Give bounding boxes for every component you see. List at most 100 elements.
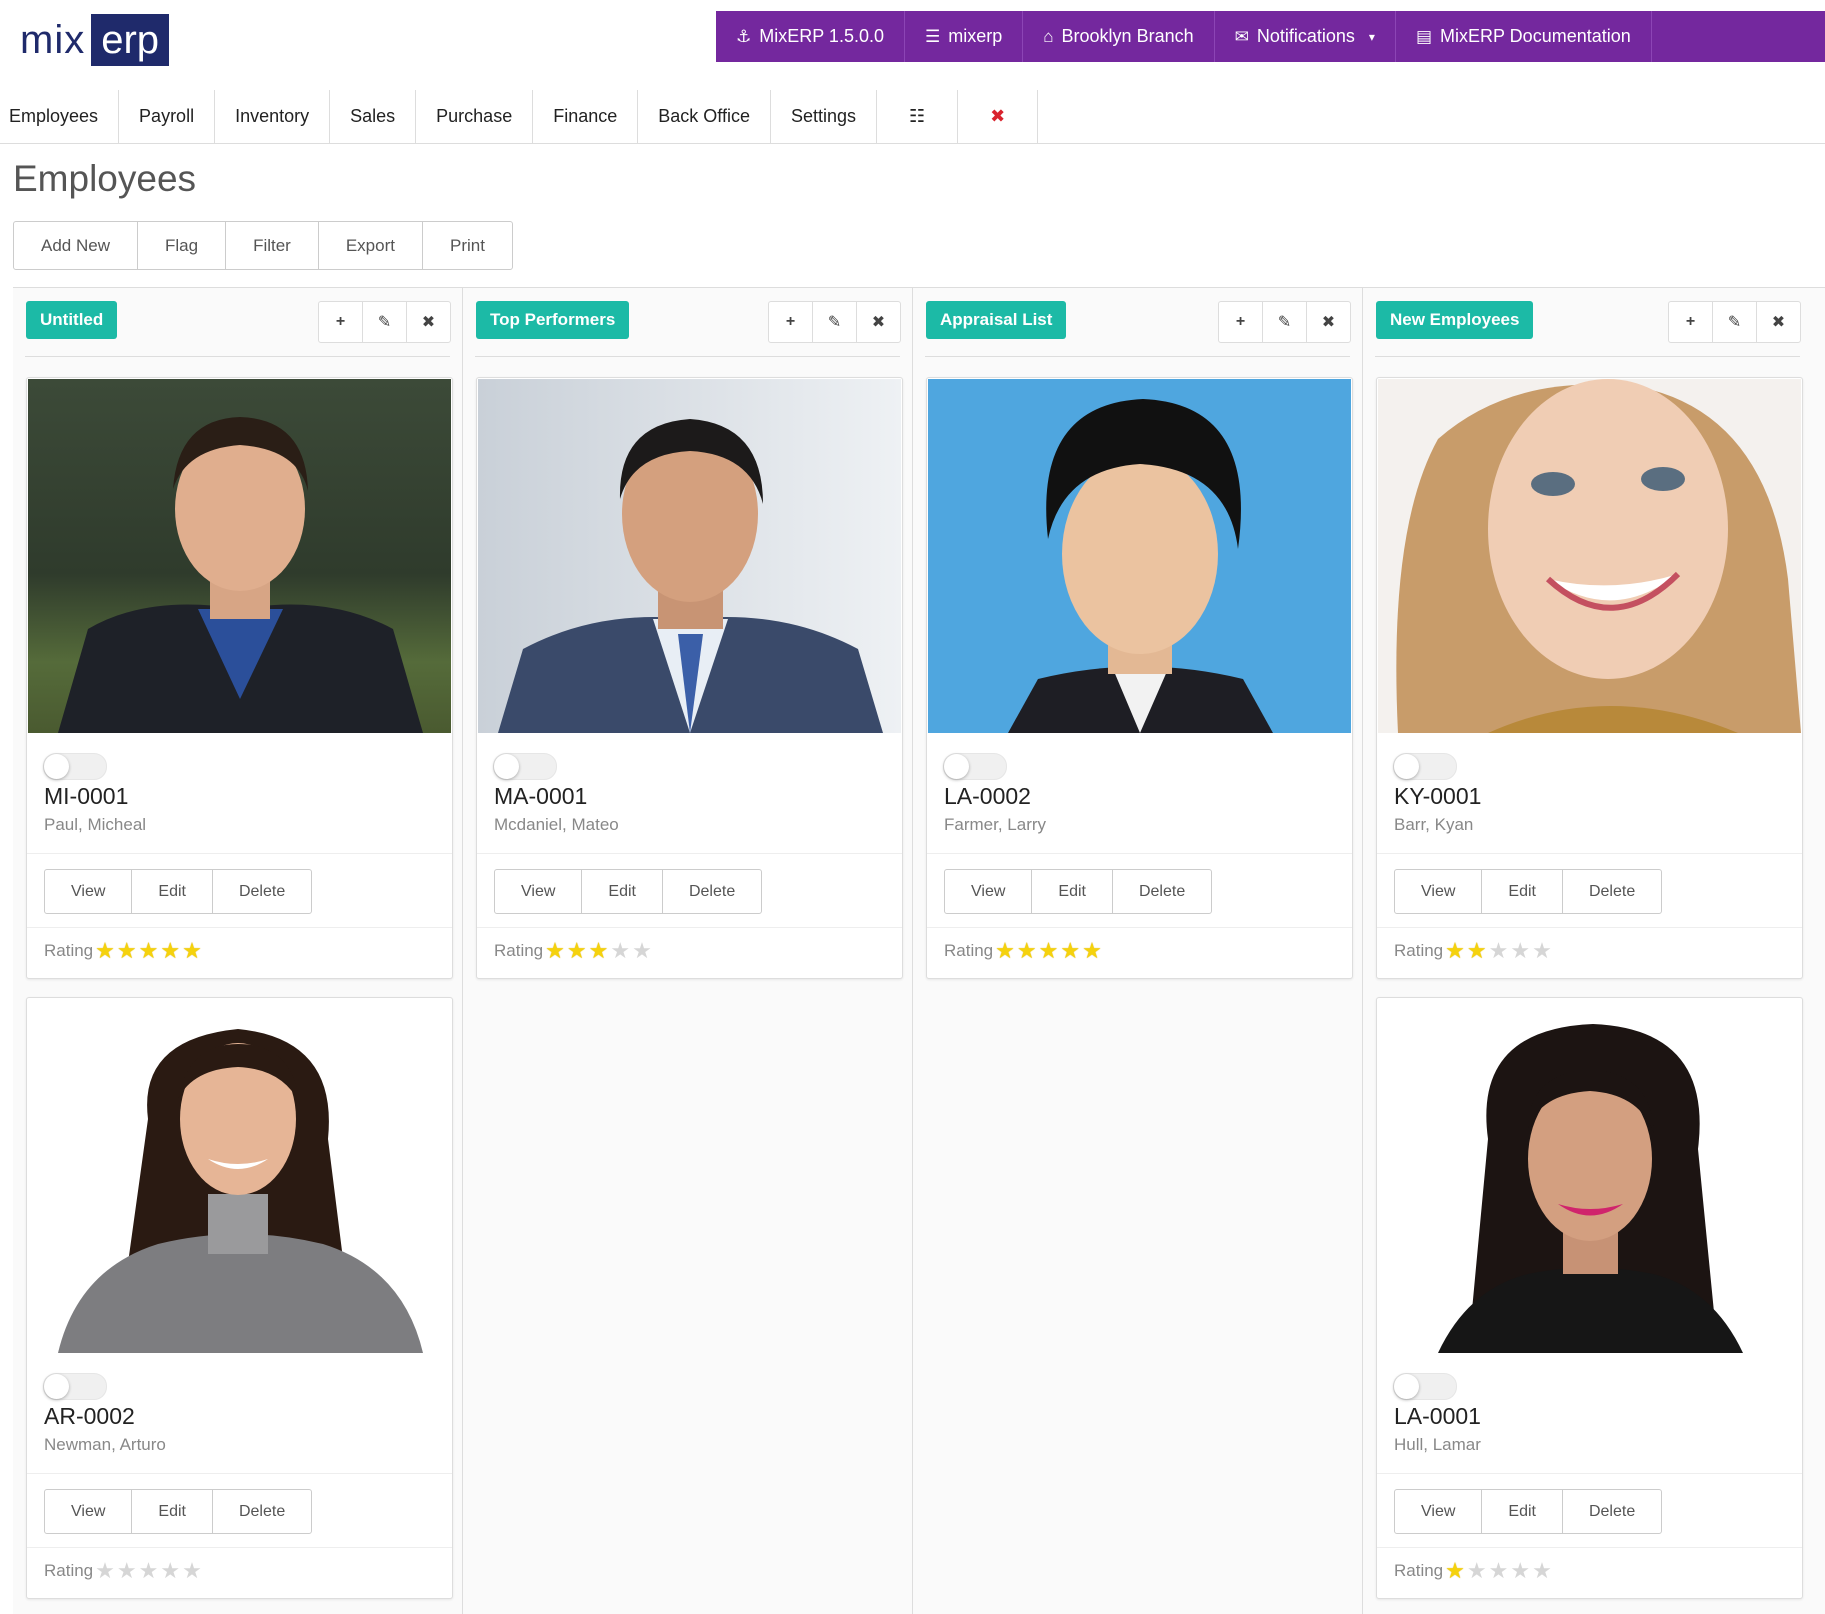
employee-code: AR-0002	[44, 1403, 135, 1429]
star-icon[interactable]: ★	[1445, 940, 1465, 962]
star-icon[interactable]: ★	[610, 940, 630, 962]
view-button[interactable]: View	[495, 870, 583, 913]
select-toggle[interactable]	[1393, 1373, 1457, 1400]
star-icon[interactable]: ★	[1445, 1560, 1465, 1582]
column-add-button[interactable]: +	[1219, 302, 1263, 342]
select-toggle[interactable]	[43, 1373, 107, 1400]
view-button[interactable]: View	[45, 870, 133, 913]
nav-item-settings[interactable]: Settings	[771, 90, 878, 143]
column-title[interactable]: New Employees	[1376, 301, 1534, 339]
star-icon[interactable]: ★	[160, 940, 180, 962]
nav-item-finance[interactable]: Finance	[533, 90, 639, 143]
star-icon[interactable]: ★	[632, 940, 652, 962]
column-remove-button[interactable]: ✖	[1757, 302, 1800, 342]
delete-button[interactable]: Delete	[1563, 1490, 1661, 1533]
star-icon[interactable]: ★	[117, 940, 137, 962]
edit-button[interactable]: Edit	[1482, 1490, 1563, 1533]
star-icon[interactable]: ★	[589, 940, 609, 962]
card-actions: View Edit Delete	[1394, 1489, 1663, 1534]
topbar-documentation[interactable]: ▤ MixERP Documentation	[1396, 11, 1652, 62]
column-edit-button[interactable]: ✎	[1713, 302, 1757, 342]
view-button[interactable]: View	[45, 1490, 133, 1533]
employee-card[interactable]: MI-0001 Paul, Micheal View Edit Delete R…	[26, 377, 453, 979]
delete-button[interactable]: Delete	[663, 870, 761, 913]
star-icon[interactable]: ★	[1039, 940, 1059, 962]
topbar-branch[interactable]: ⌂ Brooklyn Branch	[1023, 11, 1215, 62]
edit-button[interactable]: Edit	[132, 870, 213, 913]
star-icon[interactable]: ★	[95, 1560, 115, 1582]
print-button[interactable]: Print	[423, 222, 512, 269]
star-icon[interactable]: ★	[1510, 1560, 1530, 1582]
select-toggle[interactable]	[1393, 753, 1457, 780]
star-icon[interactable]: ★	[1017, 940, 1037, 962]
column-title[interactable]: Top Performers	[476, 301, 630, 339]
nav-item-sales[interactable]: Sales	[330, 90, 417, 143]
star-icon[interactable]: ★	[995, 940, 1015, 962]
topbar-database[interactable]: ☰ mixerp	[905, 11, 1024, 62]
topbar-version[interactable]: ⚓ MixERP 1.5.0.0	[716, 11, 905, 62]
star-icon[interactable]: ★	[1510, 940, 1530, 962]
add-new-button[interactable]: Add New	[14, 222, 138, 269]
edit-button[interactable]: Edit	[582, 870, 663, 913]
nav-item-back-office[interactable]: Back Office	[638, 90, 771, 143]
star-icon[interactable]: ★	[182, 940, 202, 962]
employee-card[interactable]: AR-0002 Newman, Arturo View Edit Delete …	[26, 997, 453, 1599]
star-icon[interactable]: ★	[117, 1560, 137, 1582]
column-add-button[interactable]: +	[769, 302, 813, 342]
star-icon[interactable]: ★	[1060, 940, 1080, 962]
delete-button[interactable]: Delete	[1113, 870, 1211, 913]
star-icon[interactable]: ★	[139, 1560, 159, 1582]
edit-button[interactable]: Edit	[1482, 870, 1563, 913]
view-button[interactable]: View	[1395, 1490, 1483, 1533]
delete-button[interactable]: Delete	[1563, 870, 1661, 913]
star-icon[interactable]: ★	[139, 940, 159, 962]
nav-item-inventory[interactable]: Inventory	[215, 90, 331, 143]
employee-card[interactable]: KY-0001 Barr, Kyan View Edit Delete Rati…	[1376, 377, 1803, 979]
delete-button[interactable]: Delete	[213, 1490, 311, 1533]
select-toggle[interactable]	[493, 753, 557, 780]
column-title[interactable]: Untitled	[26, 301, 118, 339]
nav-close-button[interactable]: ✖	[958, 90, 1039, 143]
star-icon[interactable]: ★	[1489, 940, 1509, 962]
star-icon[interactable]: ★	[1532, 940, 1552, 962]
star-icon[interactable]: ★	[160, 1560, 180, 1582]
star-icon[interactable]: ★	[1467, 940, 1487, 962]
column-add-button[interactable]: +	[1669, 302, 1713, 342]
star-icon[interactable]: ★	[1489, 1560, 1509, 1582]
topbar-notifications[interactable]: ✉ Notifications ▾	[1215, 11, 1396, 62]
nav-item-payroll[interactable]: Payroll	[119, 90, 216, 143]
column-remove-button[interactable]: ✖	[857, 302, 900, 342]
column-title[interactable]: Appraisal List	[926, 301, 1067, 339]
column-actions: + ✎ ✖	[768, 301, 901, 343]
export-button[interactable]: Export	[319, 222, 423, 269]
select-toggle[interactable]	[43, 753, 107, 780]
column-remove-button[interactable]: ✖	[407, 302, 450, 342]
star-icon[interactable]: ★	[95, 940, 115, 962]
nav-item-purchase[interactable]: Purchase	[416, 90, 534, 143]
star-icon[interactable]: ★	[1082, 940, 1102, 962]
column-add-button[interactable]: +	[319, 302, 363, 342]
star-icon[interactable]: ★	[545, 940, 565, 962]
mixerp-logo[interactable]: mix erp	[20, 14, 170, 66]
column-remove-button[interactable]: ✖	[1307, 302, 1350, 342]
edit-button[interactable]: Edit	[132, 1490, 213, 1533]
view-button[interactable]: View	[1395, 870, 1483, 913]
delete-button[interactable]: Delete	[213, 870, 311, 913]
select-toggle[interactable]	[943, 753, 1007, 780]
column-edit-button[interactable]: ✎	[1263, 302, 1307, 342]
employee-card[interactable]: LA-0001 Hull, Lamar View Edit Delete Rat…	[1376, 997, 1803, 1599]
filter-button[interactable]: Filter	[226, 222, 319, 269]
column-edit-button[interactable]: ✎	[813, 302, 857, 342]
nav-sliders-button[interactable]: ☷	[877, 90, 959, 143]
star-icon[interactable]: ★	[567, 940, 587, 962]
view-button[interactable]: View	[945, 870, 1033, 913]
employee-card[interactable]: MA-0001 Mcdaniel, Mateo View Edit Delete…	[476, 377, 903, 979]
column-edit-button[interactable]: ✎	[363, 302, 407, 342]
star-icon[interactable]: ★	[1467, 1560, 1487, 1582]
star-icon[interactable]: ★	[182, 1560, 202, 1582]
employee-card[interactable]: LA-0002 Farmer, Larry View Edit Delete R…	[926, 377, 1353, 979]
edit-button[interactable]: Edit	[1032, 870, 1113, 913]
star-icon[interactable]: ★	[1532, 1560, 1552, 1582]
nav-item-employees[interactable]: Employees	[0, 90, 120, 143]
flag-button[interactable]: Flag	[138, 222, 227, 269]
